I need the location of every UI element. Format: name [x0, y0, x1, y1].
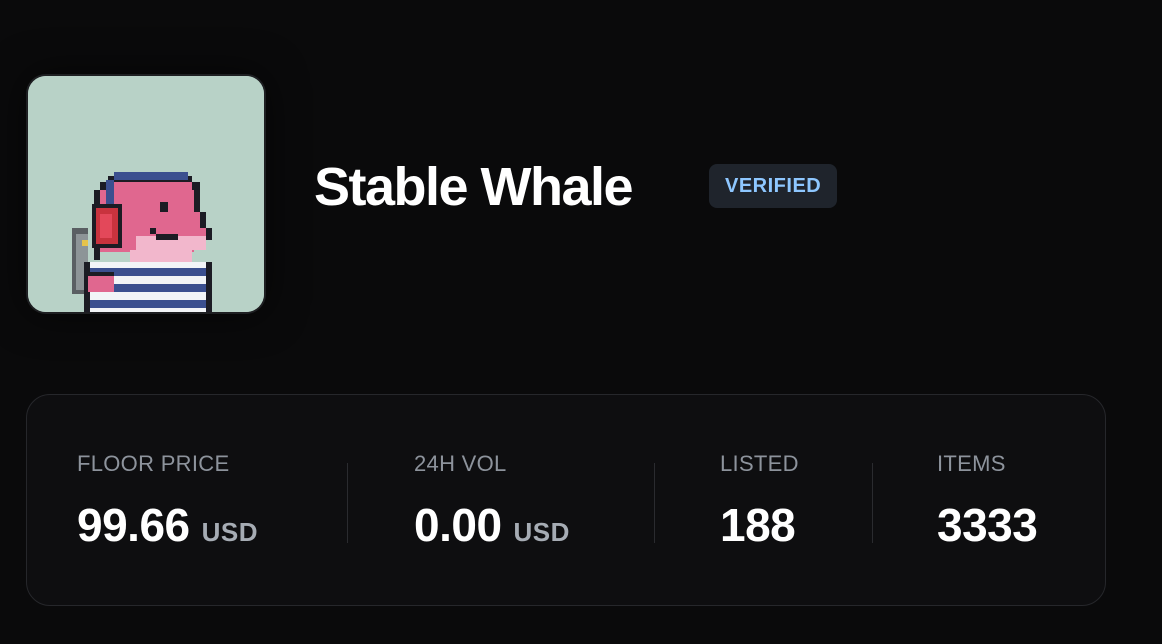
stat-label: FLOOR PRICE	[77, 451, 230, 476]
collection-title: Stable Whale	[314, 157, 634, 217]
floor-price-value: 99.66	[77, 499, 190, 551]
collection-header-page: Stable Whale VERIFIED FLOOR PRICE 99.66 U…	[0, 0, 1162, 644]
stat-items: ITEMS 3333	[937, 449, 1038, 565]
volume-unit: USD	[513, 517, 570, 547]
collection-avatar[interactable]	[26, 74, 266, 314]
stat-value: 99.66 USD	[77, 497, 258, 565]
stat-divider	[654, 463, 655, 543]
volume-value: 0.00	[414, 499, 502, 551]
stat-label: 24H VOL	[414, 451, 507, 476]
stat-divider	[347, 463, 348, 543]
stat-label: ITEMS	[937, 451, 1006, 476]
stat-label: LISTED	[720, 451, 799, 476]
stat-24h-volume: 24H VOL 0.00 USD	[414, 449, 570, 565]
pixel-whale-icon	[28, 76, 264, 312]
stat-value: 188	[720, 497, 799, 565]
floor-price-unit: USD	[201, 517, 259, 547]
stat-divider	[872, 463, 873, 543]
stat-floor-price: FLOOR PRICE 99.66 USD	[77, 449, 258, 565]
items-value: 3333	[937, 499, 1038, 551]
stats-card: FLOOR PRICE 99.66 USD 24H VOL 0.00 USD LIS…	[26, 394, 1106, 606]
stat-value: 0.00 USD	[414, 497, 570, 565]
listed-value: 188	[720, 499, 796, 551]
stat-listed: LISTED 188	[720, 449, 799, 565]
verified-badge: VERIFIED	[709, 164, 838, 208]
stat-value: 3333	[937, 497, 1038, 565]
